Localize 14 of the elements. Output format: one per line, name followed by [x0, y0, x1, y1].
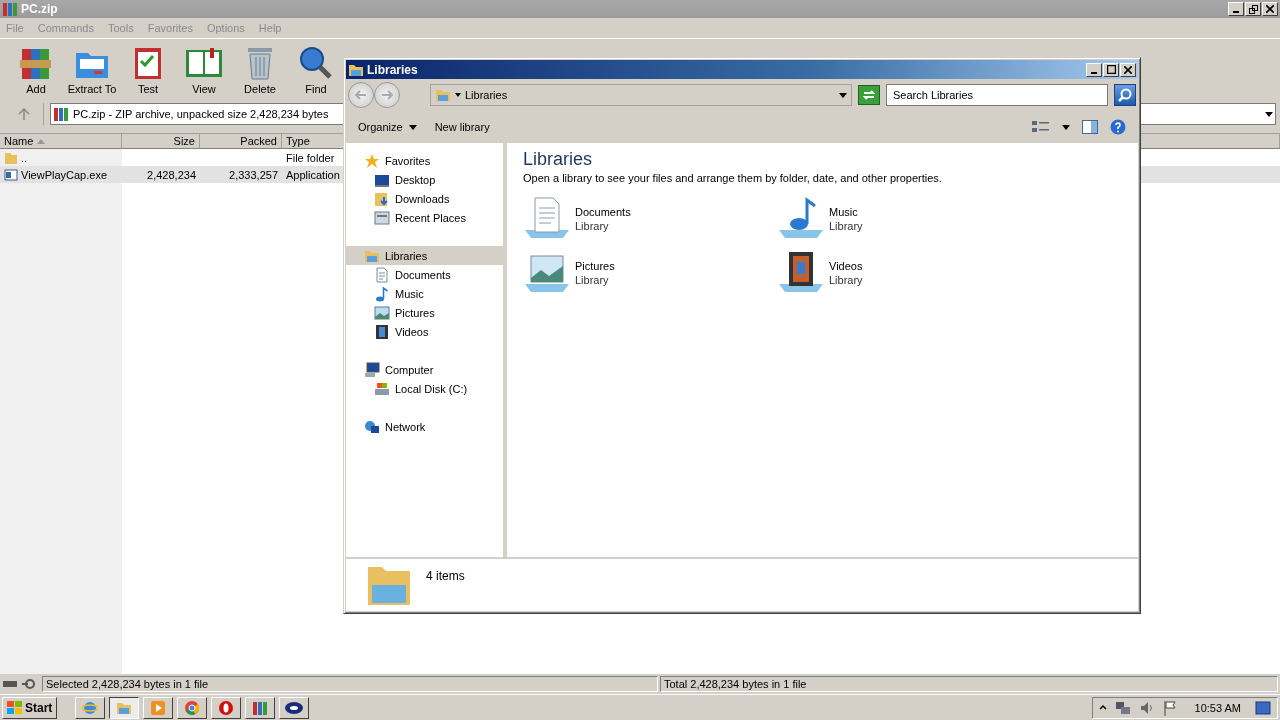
file-name: ..: [21, 151, 28, 164]
description: Open a library to see your files and arrange them by folder, date, and other properties.: [523, 172, 943, 184]
file-name: ViewPlayCap.exe: [21, 168, 107, 181]
page-heading: Libraries: [523, 149, 594, 170]
file-type: Application: [286, 168, 340, 181]
item-count: 4 items: [426, 569, 465, 583]
status-text: Selected 2,428,234 bytes in 1 file: [42, 676, 658, 692]
packed-size: 2,333,257: [229, 168, 278, 181]
file-size: 2,428,234: [147, 168, 196, 181]
window-title: Libraries: [367, 62, 419, 77]
status-text: Total 2,428,234 bytes in 1 file: [660, 676, 1278, 692]
window-title: PC.zip: [21, 2, 59, 16]
clock: 10:53 AM: [1194, 701, 1241, 714]
file-type: File folder: [286, 151, 335, 164]
